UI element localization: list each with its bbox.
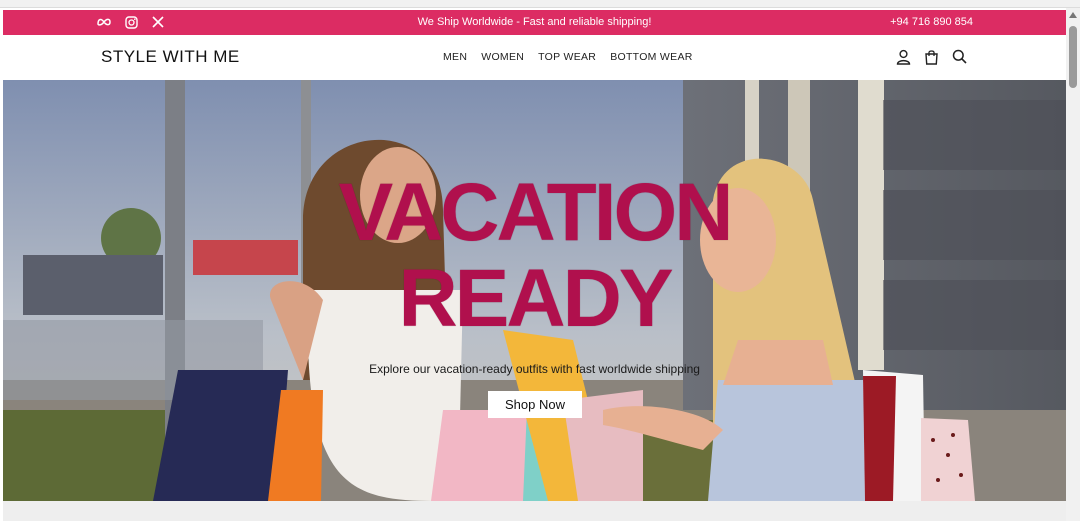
page: We Ship Worldwide - Fast and reliable sh…: [3, 8, 1066, 521]
nav-menu: MEN WOMEN TOP WEAR BOTTOM WEAR: [443, 51, 693, 63]
hero-headline-line-1: VACATION: [338, 167, 733, 258]
browser-chrome-strip: [0, 0, 1080, 8]
scroll-up-arrow-icon[interactable]: [1069, 12, 1077, 18]
scrollbar-thumb[interactable]: [1069, 26, 1077, 88]
hero-headline-line-2: READY: [398, 253, 673, 344]
nav-icons: [895, 48, 968, 65]
brand-logo[interactable]: STYLE WITH ME: [101, 47, 240, 67]
search-icon[interactable]: [951, 48, 968, 65]
user-icon[interactable]: [895, 48, 912, 65]
nav-item-bottom-wear[interactable]: BOTTOM WEAR: [610, 51, 692, 63]
next-section-edge: [3, 501, 1066, 521]
hero-banner: VACATION READY Explore our vacation-read…: [3, 80, 1066, 501]
nav-item-women[interactable]: WOMEN: [481, 51, 524, 63]
nav-item-top-wear[interactable]: TOP WEAR: [538, 51, 596, 63]
page-scrollbar[interactable]: [1066, 8, 1080, 521]
nav-item-men[interactable]: MEN: [443, 51, 467, 63]
shopping-bag-icon[interactable]: [923, 48, 940, 65]
hero-subtitle: Explore our vacation-ready outfits with …: [369, 362, 700, 376]
main-navbar: STYLE WITH ME MEN WOMEN TOP WEAR BOTTOM …: [3, 35, 1066, 80]
shop-now-button[interactable]: Shop Now: [488, 391, 582, 418]
announcement-bar: We Ship Worldwide - Fast and reliable sh…: [3, 10, 1066, 35]
contact-phone[interactable]: +94 716 890 854: [890, 16, 973, 28]
